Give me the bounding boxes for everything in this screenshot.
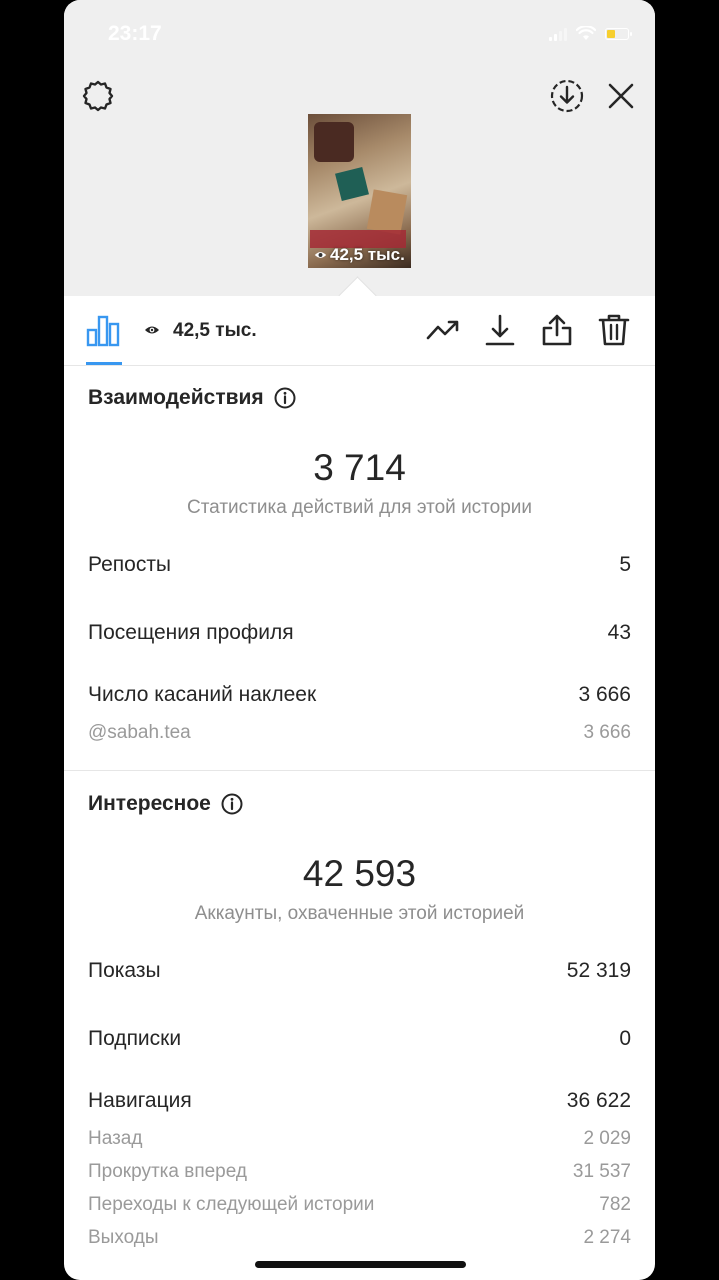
- stat-row-reposts: Репосты 5: [88, 553, 631, 577]
- home-indicator[interactable]: [255, 1261, 466, 1268]
- stat-label: Посещения профиля: [88, 621, 294, 644]
- stat-row-profile-visits: Посещения профиля 43: [88, 621, 631, 645]
- insights-chart-icon[interactable]: [86, 313, 120, 347]
- thumbnail-views: 42,5 тыс.: [314, 245, 405, 265]
- story-preview-area: 23:17 42,5 тыс.: [64, 0, 655, 296]
- stat-label: Навигация: [88, 1089, 192, 1112]
- discovery-title: Интересное: [88, 792, 211, 815]
- stat-label: Репосты: [88, 553, 172, 576]
- stat-value: 5: [619, 553, 631, 576]
- thumbnail-views-count: 42,5 тыс.: [330, 245, 405, 264]
- stat-row-impressions: Показы 52 319: [88, 959, 631, 983]
- stat-value: 3 666: [583, 722, 631, 743]
- status-icons: [549, 26, 632, 41]
- share-icon[interactable]: [540, 313, 574, 347]
- info-icon[interactable]: [274, 387, 296, 409]
- stat-label: Показы: [88, 959, 161, 982]
- signal-icon: [549, 27, 567, 41]
- discovery-total: 42 593: [302, 853, 417, 894]
- interactions-section-title: Взаимодействия: [88, 386, 296, 410]
- wifi-icon: [576, 26, 596, 40]
- discovery-caption: Аккаунты, охваченные этой историей: [194, 903, 525, 924]
- active-tab-indicator: [86, 362, 122, 365]
- story-thumbnail[interactable]: 42,5 тыс.: [308, 114, 411, 268]
- stat-value: 782: [599, 1194, 631, 1215]
- stat-row-next-story: Переходы к следующей истории 782: [88, 1194, 631, 1216]
- stat-row-follows: Подписки 0: [88, 1027, 631, 1051]
- promote-trend-icon[interactable]: [426, 313, 460, 347]
- stat-row-exits: Выходы 2 274: [88, 1227, 631, 1249]
- stat-value: 2 274: [583, 1227, 631, 1248]
- stat-label: Выходы: [88, 1227, 159, 1248]
- interactions-title: Взаимодействия: [88, 386, 264, 409]
- stat-row-sticker-mention: @sabah.tea 3 666: [88, 722, 631, 744]
- insights-toolbar: 42,5 тыс.: [64, 296, 655, 366]
- stat-value: 52 319: [566, 959, 631, 982]
- eye-icon: [314, 252, 327, 258]
- stat-row-sticker-taps: Число касаний наклеек 3 666: [88, 683, 631, 707]
- trash-icon[interactable]: [597, 313, 631, 347]
- stat-label: Прокрутка вперед: [88, 1161, 247, 1182]
- info-icon[interactable]: [221, 793, 243, 815]
- stat-value: 2 029: [583, 1128, 631, 1149]
- stat-row-back: Назад 2 029: [88, 1128, 631, 1150]
- settings-icon[interactable]: [80, 78, 116, 114]
- stat-value: 36 622: [566, 1089, 631, 1112]
- stat-label: @sabah.tea: [88, 722, 191, 743]
- stat-label: Подписки: [88, 1027, 182, 1050]
- eye-icon: [145, 326, 159, 334]
- stat-label: Число касаний наклеек: [88, 683, 317, 706]
- close-icon[interactable]: [605, 80, 637, 112]
- download-icon[interactable]: [483, 313, 517, 347]
- stat-label: Назад: [88, 1128, 143, 1149]
- interactions-caption: Статистика действий для этой истории: [186, 497, 533, 518]
- stat-label: Переходы к следующей истории: [88, 1194, 375, 1215]
- stat-row-navigation: Навигация 36 622: [88, 1089, 631, 1113]
- save-story-icon[interactable]: [549, 78, 585, 114]
- interactions-total: 3 714: [313, 447, 406, 488]
- story-insights-screen: 23:17 42,5 тыс. 42,5 тыс. Взаимодействия…: [64, 0, 655, 1280]
- battery-icon: [605, 27, 632, 40]
- status-time: 23:17: [108, 22, 162, 45]
- stat-value: 3 666: [578, 683, 631, 706]
- section-divider: [64, 770, 655, 771]
- stat-value: 43: [607, 621, 631, 644]
- views-count: 42,5 тыс.: [173, 320, 257, 341]
- discovery-section-title: Интересное: [88, 792, 243, 816]
- stat-value: 31 537: [572, 1161, 631, 1182]
- stat-value: 0: [619, 1027, 631, 1050]
- stat-row-forward: Прокрутка вперед 31 537: [88, 1161, 631, 1183]
